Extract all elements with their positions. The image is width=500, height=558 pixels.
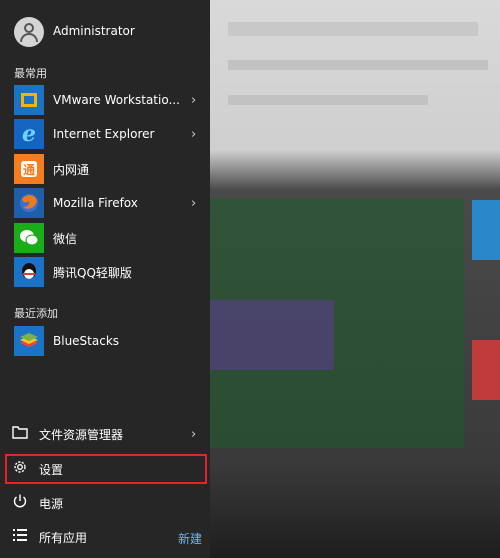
power-icon [5,493,35,513]
app-label: Internet Explorer [53,127,155,141]
app-label: 内网通 [53,162,90,177]
app-neiwangtong[interactable]: 通 内网通 [0,152,210,186]
chevron-right-icon[interactable]: › [191,93,196,108]
file-explorer-icon [5,425,35,443]
chevron-right-icon[interactable]: › [191,127,196,142]
all-apps-label: 所有应用 [39,530,88,545]
vmware-icon [14,85,44,115]
app-bluestacks[interactable]: BlueStacks [0,324,210,358]
file-explorer-label: 文件资源管理器 [39,427,124,442]
user-icon[interactable] [14,17,44,47]
qq-icon [14,257,44,287]
bluestacks-icon [14,326,44,356]
blurred-text [228,60,488,70]
blurred-text [228,22,478,36]
app-internet-explorer[interactable]: e Internet Explorer › [0,117,210,151]
start-menu: Administrator 最常用 VMware Workstatio... ›… [0,0,210,558]
user-name[interactable]: Administrator [53,24,135,38]
file-explorer-item[interactable]: 文件资源管理器 › [0,417,210,451]
internet-explorer-icon: e [14,119,44,149]
power-label: 电源 [39,496,64,511]
desktop-background [204,0,500,558]
settings-highlight-box [5,454,207,484]
blurred-text [228,95,428,105]
section-most-used: 最常用 [14,67,47,80]
app-label: Mozilla Firefox [53,196,138,210]
power-item[interactable]: 电源 [0,486,210,520]
app-label: 微信 [53,231,78,246]
app-vmware[interactable]: VMware Workstatio... › [0,83,210,117]
new-badge[interactable]: 新建 [178,530,202,547]
firefox-icon [14,188,44,218]
app-label: 腾讯QQ轻聊版 [53,265,132,280]
chevron-right-icon[interactable]: › [191,427,196,442]
blurred-tile [472,340,500,400]
chevron-right-icon[interactable]: › [191,196,196,211]
section-recently-added: 最近添加 [14,307,58,320]
neiwangtong-icon: 通 [14,154,44,184]
app-qq[interactable]: 腾讯QQ轻聊版 [0,255,210,289]
svg-text:通: 通 [23,162,35,177]
wechat-icon [14,223,44,253]
app-label: VMware Workstatio... [53,93,180,107]
app-firefox[interactable]: Mozilla Firefox › [0,186,210,220]
blurred-tile [204,300,334,370]
list-icon [5,528,35,546]
blurred-tile [472,200,500,260]
app-label: BlueStacks [53,334,120,348]
app-wechat[interactable]: 微信 [0,221,210,255]
